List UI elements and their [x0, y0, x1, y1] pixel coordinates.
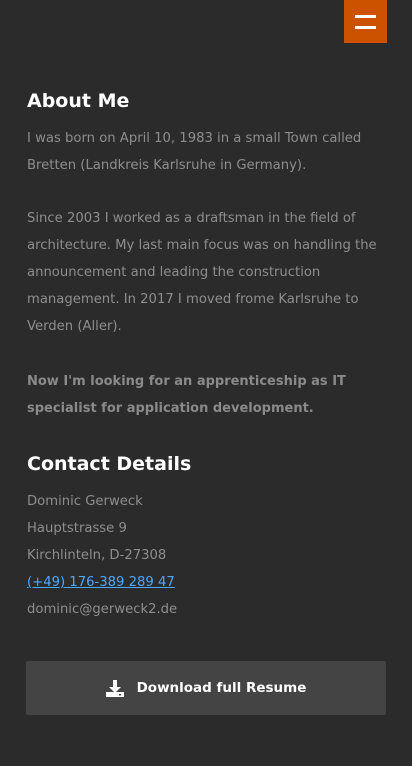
contact-street: Hauptstrasse 9 [27, 521, 127, 536]
contact-name: Dominic Gerweck [27, 494, 143, 509]
contact-phone-link[interactable]: (+49) 176-389 289 47 [27, 569, 175, 596]
about-paragraph-highlight: Now I'm looking for an apprenticeship as… [27, 374, 346, 416]
hamburger-menu-icon [355, 15, 376, 18]
hamburger-menu-icon-bar [355, 26, 376, 29]
about-paragraph: I was born on April 10, 1983 in a small … [27, 131, 362, 173]
menu-button[interactable] [344, 0, 387, 43]
download-resume-label: Download full Resume [136, 680, 307, 696]
contact-title: Contact Details [27, 453, 192, 475]
download-icon [105, 679, 124, 697]
about-title: About Me [27, 90, 130, 112]
about-paragraph: Since 2003 I worked as a draftsman in th… [27, 211, 377, 334]
contact-city: Kirchlinteln, D-27308 [27, 548, 167, 563]
contact-email: dominic@gerweck2.de [27, 602, 178, 617]
download-resume-button[interactable]: Download full Resume [26, 661, 386, 715]
